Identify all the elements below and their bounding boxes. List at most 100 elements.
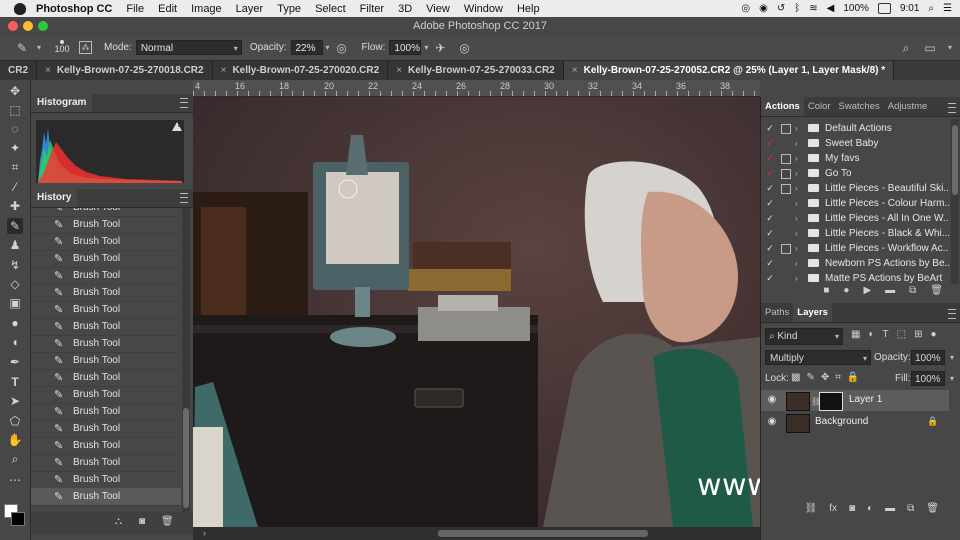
flow-chevron-icon[interactable]: ▾: [424, 43, 428, 52]
list-item[interactable]: ✎ Brush Tool: [31, 403, 181, 421]
brush-size-picker[interactable]: 100: [49, 40, 75, 55]
history-tab[interactable]: History: [31, 189, 78, 207]
dialog-toggle-icon[interactable]: [781, 154, 791, 164]
list-item[interactable]: ✓ › Little Pieces - Black & Whi...: [761, 226, 949, 241]
expand-arrow-icon[interactable]: ›: [795, 151, 798, 166]
camera-icon[interactable]: ◙: [139, 516, 145, 527]
list-item[interactable]: ✎ Brush Tool: [31, 216, 181, 234]
layer-opacity-field[interactable]: 100%: [911, 350, 945, 365]
brush-panel-icon[interactable]: ⁂: [79, 41, 93, 54]
panel-menu-icon[interactable]: [180, 98, 188, 108]
new-layer-icon[interactable]: ⧉: [907, 503, 914, 521]
chevron-down-icon[interactable]: ▾: [950, 374, 954, 383]
workspace-icon[interactable]: ▭: [922, 40, 938, 56]
lock-artboard-icon[interactable]: ⌗: [835, 372, 841, 383]
pressure-size-icon[interactable]: ◎: [456, 40, 472, 56]
expand-arrow-icon[interactable]: ›: [795, 181, 798, 196]
expand-arrow-icon[interactable]: ›: [795, 121, 798, 136]
mode-dropdown[interactable]: Normal ▾: [135, 40, 242, 55]
opacity-field[interactable]: 22%: [290, 40, 323, 55]
list-item[interactable]: ✎ Brush Tool: [31, 386, 181, 404]
filter-toggle-icon[interactable]: ●: [930, 329, 936, 340]
check-icon[interactable]: ✓: [765, 241, 775, 256]
type-tool-icon[interactable]: T: [7, 374, 23, 390]
layer-thumbnail[interactable]: [786, 414, 810, 433]
layer-filter-dropdown[interactable]: ⌕ Kind ▾: [765, 328, 843, 345]
list-item[interactable]: ✓ › Matte PS Actions by BeArt: [761, 271, 949, 286]
tab-doc-partial[interactable]: CR2: [0, 61, 38, 80]
expand-arrow-icon[interactable]: ›: [795, 211, 798, 226]
chevron-down-icon[interactable]: ▾: [948, 43, 952, 52]
list-icon[interactable]: ☰: [943, 3, 952, 14]
layer-row-layer1[interactable]: ◉ ⛓ Layer 1: [761, 390, 949, 411]
scrollbar-thumb[interactable]: [438, 530, 648, 537]
dialog-toggle-icon[interactable]: [781, 184, 791, 194]
list-item[interactable]: ✎ Brush Tool: [31, 369, 181, 387]
add-mask-icon[interactable]: ◙: [849, 503, 855, 521]
history-scrollbar[interactable]: [182, 208, 190, 512]
close-icon[interactable]: ×: [396, 65, 402, 76]
expand-arrow-icon[interactable]: ›: [795, 136, 798, 151]
brush-tool-icon[interactable]: ✎: [7, 218, 23, 234]
minimize-icon[interactable]: [23, 21, 33, 31]
lock-all-icon[interactable]: 🔒: [847, 372, 859, 383]
menu-type[interactable]: Type: [277, 3, 301, 15]
bluetooth-icon[interactable]: ᛒ: [794, 3, 800, 14]
gradient-icon[interactable]: ▣: [7, 295, 23, 311]
horizontal-scrollbar[interactable]: ›: [193, 527, 760, 540]
history-brush-icon[interactable]: ↯: [7, 257, 23, 273]
adjustment-layer-icon[interactable]: ◐: [867, 503, 873, 521]
check-icon[interactable]: ✓: [765, 166, 775, 181]
expand-arrow-icon[interactable]: ›: [795, 271, 798, 286]
tab-color[interactable]: Color: [804, 97, 835, 116]
link-layers-icon[interactable]: ⛓: [805, 503, 818, 521]
zoom-icon[interactable]: [38, 21, 48, 31]
layer-mask-thumbnail[interactable]: [819, 392, 843, 411]
lock-position-icon[interactable]: ✥: [821, 372, 829, 383]
menu-3d[interactable]: 3D: [398, 3, 412, 15]
apple-icon[interactable]: [14, 2, 26, 15]
tab-doc-270052[interactable]: × Kelly-Brown-07-25-270052.CR2 @ 25% (Lay…: [563, 61, 895, 80]
expand-arrow-icon[interactable]: ›: [795, 256, 798, 271]
list-item[interactable]: ✓ › Default Actions: [761, 121, 949, 136]
layer-row-background[interactable]: ◉ Background 🔒: [761, 412, 949, 433]
panel-menu-icon[interactable]: [948, 103, 956, 113]
move-tool-icon[interactable]: ✥: [7, 83, 23, 99]
pen-tool-icon[interactable]: ✒: [7, 354, 23, 370]
new-action-icon[interactable]: ⧉: [909, 285, 916, 301]
time-machine-icon[interactable]: ↺: [777, 3, 785, 14]
lock-image-icon[interactable]: ✎: [806, 372, 814, 383]
background-color-swatch[interactable]: [11, 512, 25, 526]
stop-icon[interactable]: ■: [823, 285, 829, 301]
list-item[interactable]: ✎ Brush Tool: [31, 284, 181, 302]
dialog-toggle-icon[interactable]: [781, 244, 791, 254]
blend-mode-dropdown[interactable]: Multiply ▾: [765, 350, 871, 365]
check-icon[interactable]: ✓: [765, 136, 775, 151]
eraser-icon[interactable]: ◇: [7, 276, 23, 292]
check-icon[interactable]: ✓: [765, 196, 775, 211]
document-canvas[interactable]: www.hunls.com: [193, 97, 760, 527]
shape-filter-icon[interactable]: ⬚: [897, 329, 906, 340]
quick-select-icon[interactable]: ✦: [7, 140, 23, 156]
scrollbar-thumb[interactable]: [952, 125, 958, 195]
check-icon[interactable]: ✓: [765, 256, 775, 271]
layer-style-icon[interactable]: fx: [829, 503, 837, 521]
list-item[interactable]: ✎ Brush Tool: [31, 420, 181, 438]
trash-icon[interactable]: 🗑: [930, 285, 943, 301]
trash-icon[interactable]: 🗑: [161, 516, 174, 527]
list-item[interactable]: ✎ Brush Tool: [31, 352, 181, 370]
list-item[interactable]: ✎ Brush Tool: [31, 454, 181, 472]
expand-arrow-icon[interactable]: ›: [795, 226, 798, 241]
tab-doc-270018[interactable]: × Kelly-Brown-07-25-270018.CR2: [37, 61, 213, 80]
close-icon[interactable]: ×: [572, 65, 578, 76]
check-icon[interactable]: ✓: [765, 121, 775, 136]
chevron-right-icon[interactable]: ›: [203, 528, 206, 538]
crop-tool-icon[interactable]: ⌗: [7, 159, 23, 175]
menu-file[interactable]: File: [126, 3, 144, 15]
menu-image[interactable]: Image: [191, 3, 222, 15]
panel-menu-icon[interactable]: [180, 193, 188, 203]
brush-preset-icon[interactable]: ✎: [14, 40, 30, 56]
list-item[interactable]: ✎ Brush Tool: [31, 250, 181, 268]
list-item[interactable]: ✓ › Newborn PS Actions by Be...: [761, 256, 949, 271]
search-icon[interactable]: ⌕: [928, 3, 934, 14]
